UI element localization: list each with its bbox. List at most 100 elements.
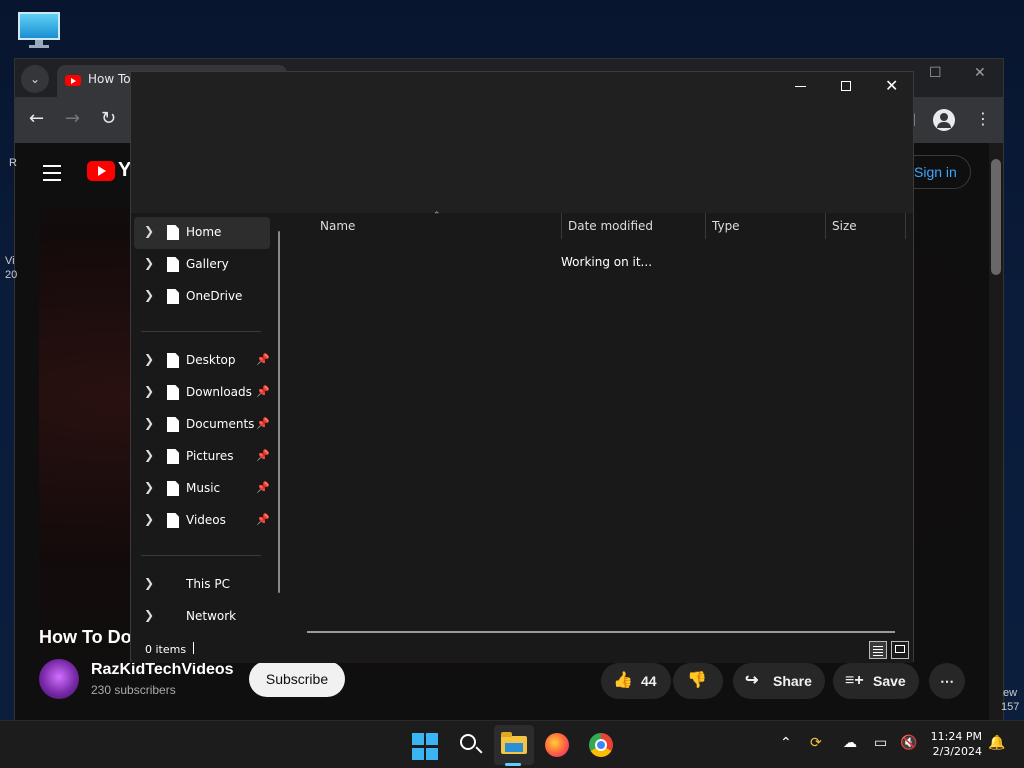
edge-text: R (9, 157, 17, 169)
column-header-type[interactable]: Type (712, 219, 740, 233)
pin-icon: 📌 (256, 481, 270, 494)
folder-icon (501, 732, 527, 754)
close-icon[interactable]: ✕ (885, 76, 898, 95)
edge-text: 157 (1001, 701, 1020, 713)
sync-icon[interactable]: ⟳ (810, 735, 822, 751)
nav-item-label: Network (186, 609, 237, 623)
nav-item-network[interactable]: ❯ Network (134, 601, 270, 633)
nav-item-desktop[interactable]: ❯ Desktop 📌 (134, 345, 270, 377)
chevron-right-icon[interactable]: ❯ (144, 480, 154, 494)
pin-icon: 📌 (256, 417, 270, 430)
chevron-right-icon[interactable]: ❯ (144, 512, 154, 526)
chevron-right-icon[interactable]: ❯ (144, 256, 154, 270)
volume-muted-icon[interactable]: 🔇 (900, 735, 917, 751)
maximize-icon[interactable] (841, 81, 851, 91)
nav-item-label: Home (186, 225, 222, 239)
column-header-date-modified[interactable]: Date modified (568, 219, 653, 233)
show-hidden-icons-chevron-up-icon[interactable]: ⌃ (780, 735, 792, 751)
scrollbar-thumb[interactable] (991, 159, 1001, 275)
page-scrollbar[interactable] (989, 143, 1003, 721)
status-bar: 0 items (131, 637, 913, 663)
subscribe-button[interactable]: Subscribe (249, 661, 345, 697)
menu-icon[interactable] (43, 165, 61, 186)
horizontal-scrollbar[interactable] (307, 631, 895, 633)
minimize-icon[interactable] (795, 86, 806, 87)
chevron-right-icon[interactable]: ❯ (144, 384, 154, 398)
edge-text: 20 (5, 269, 18, 281)
nav-item-label: Documents (186, 417, 255, 431)
nav-item-videos[interactable]: ❯ Videos 📌 (134, 505, 270, 537)
start-button[interactable] (412, 733, 440, 761)
nav-item-this-pc[interactable]: ❯ This PC (134, 569, 270, 601)
youtube-favicon-icon (65, 75, 81, 86)
nav-divider (141, 331, 261, 332)
large-icons-view-button[interactable] (891, 641, 909, 659)
nav-item-downloads[interactable]: ❯ Downloads 📌 (134, 377, 270, 409)
more-horizontal-icon: ⋯ (940, 673, 954, 689)
nav-item-label: Music (186, 481, 221, 495)
channel-name[interactable]: RazKidTechVideos (91, 661, 234, 679)
browser-menu-icon[interactable]: ⋮ (975, 109, 991, 128)
channel-avatar[interactable] (39, 659, 79, 699)
chrome-taskbar-button[interactable] (589, 733, 617, 761)
nav-item-label: This PC (186, 577, 230, 591)
network-icon[interactable]: ▭ (874, 735, 887, 751)
tab-title: How To (88, 72, 131, 86)
nav-item-home[interactable]: ❯ Home (134, 217, 270, 249)
pin-icon: 📌 (256, 449, 270, 462)
chevron-right-icon[interactable]: ❯ (144, 416, 154, 430)
nav-divider (141, 555, 261, 556)
back-icon[interactable]: ← (29, 108, 44, 129)
clock[interactable]: 11:24 PM 2/3/2024 (926, 729, 982, 759)
tab-search-button[interactable]: ⌄ (21, 65, 49, 93)
thumbs-up-icon: 👍 (613, 672, 633, 689)
browser-maximize-icon[interactable]: ☐ (929, 65, 942, 81)
save-button[interactable]: ≡+ Save (833, 663, 919, 699)
search-button[interactable] (456, 731, 484, 759)
file-list: ⌃ Name Date modified Type Size Working o… (289, 211, 913, 649)
document-icon (167, 513, 179, 528)
column-header-name[interactable]: Name (320, 219, 355, 233)
explorer-title-area: ✕ (131, 72, 913, 213)
document-icon (167, 257, 179, 272)
column-header-size[interactable]: Size (832, 219, 857, 233)
youtube-logo-icon[interactable] (87, 161, 115, 181)
subscriber-count: 230 subscribers (91, 683, 176, 697)
taskbar: ⌃ ⟳ ☁ ▭ 🔇 11:24 PM 2/3/2024 🔔 (0, 720, 1024, 768)
chevron-right-icon[interactable]: ❯ (144, 448, 154, 462)
cloud-offline-icon[interactable]: ☁ (843, 735, 857, 751)
nav-item-gallery[interactable]: ❯ Gallery (134, 249, 270, 281)
nav-item-label: Pictures (186, 449, 234, 463)
chevron-right-icon[interactable]: ❯ (144, 224, 154, 238)
details-view-button[interactable] (869, 641, 887, 659)
share-button[interactable]: ↪ Share (733, 663, 825, 699)
like-button[interactable]: 👍 44 (601, 663, 671, 699)
document-icon (167, 385, 179, 400)
profile-avatar-icon[interactable] (933, 109, 955, 131)
nav-item-music[interactable]: ❯ Music 📌 (134, 473, 270, 505)
video-title: How To Do (39, 627, 132, 647)
notification-bell-icon[interactable]: 🔔 (988, 735, 1005, 751)
chevron-right-icon[interactable]: ❯ (144, 576, 154, 590)
file-explorer-taskbar-button[interactable] (500, 731, 528, 759)
chevron-right-icon[interactable]: ❯ (144, 352, 154, 366)
windows-logo-icon (412, 733, 424, 745)
nav-item-documents[interactable]: ❯ Documents 📌 (134, 409, 270, 441)
search-icon (460, 734, 476, 750)
dislike-button[interactable]: 👎 (673, 663, 723, 699)
chevron-right-icon[interactable]: ❯ (144, 608, 154, 622)
chevron-right-icon[interactable]: ❯ (144, 288, 154, 302)
nav-scrollbar[interactable] (278, 231, 280, 593)
nav-item-onedrive[interactable]: ❯ OneDrive (134, 281, 270, 313)
browser-close-icon[interactable]: ✕ (974, 65, 986, 81)
this-pc-desktop-icon[interactable] (18, 12, 60, 48)
nav-item-label: OneDrive (186, 289, 243, 303)
firefox-taskbar-button[interactable] (545, 733, 573, 761)
forward-icon[interactable]: → (65, 108, 80, 129)
item-count: 0 items (145, 643, 187, 656)
file-explorer-window: ✕ ❯ Home ❯ Gallery ❯ OneDrive ❯ Desktop 📌 ❯ Downlo… (130, 71, 914, 663)
nav-item-pictures[interactable]: ❯ Pictures 📌 (134, 441, 270, 473)
more-actions-button[interactable]: ⋯ (929, 663, 965, 699)
nav-item-label: Desktop (186, 353, 236, 367)
reload-icon[interactable]: ↻ (101, 108, 116, 129)
